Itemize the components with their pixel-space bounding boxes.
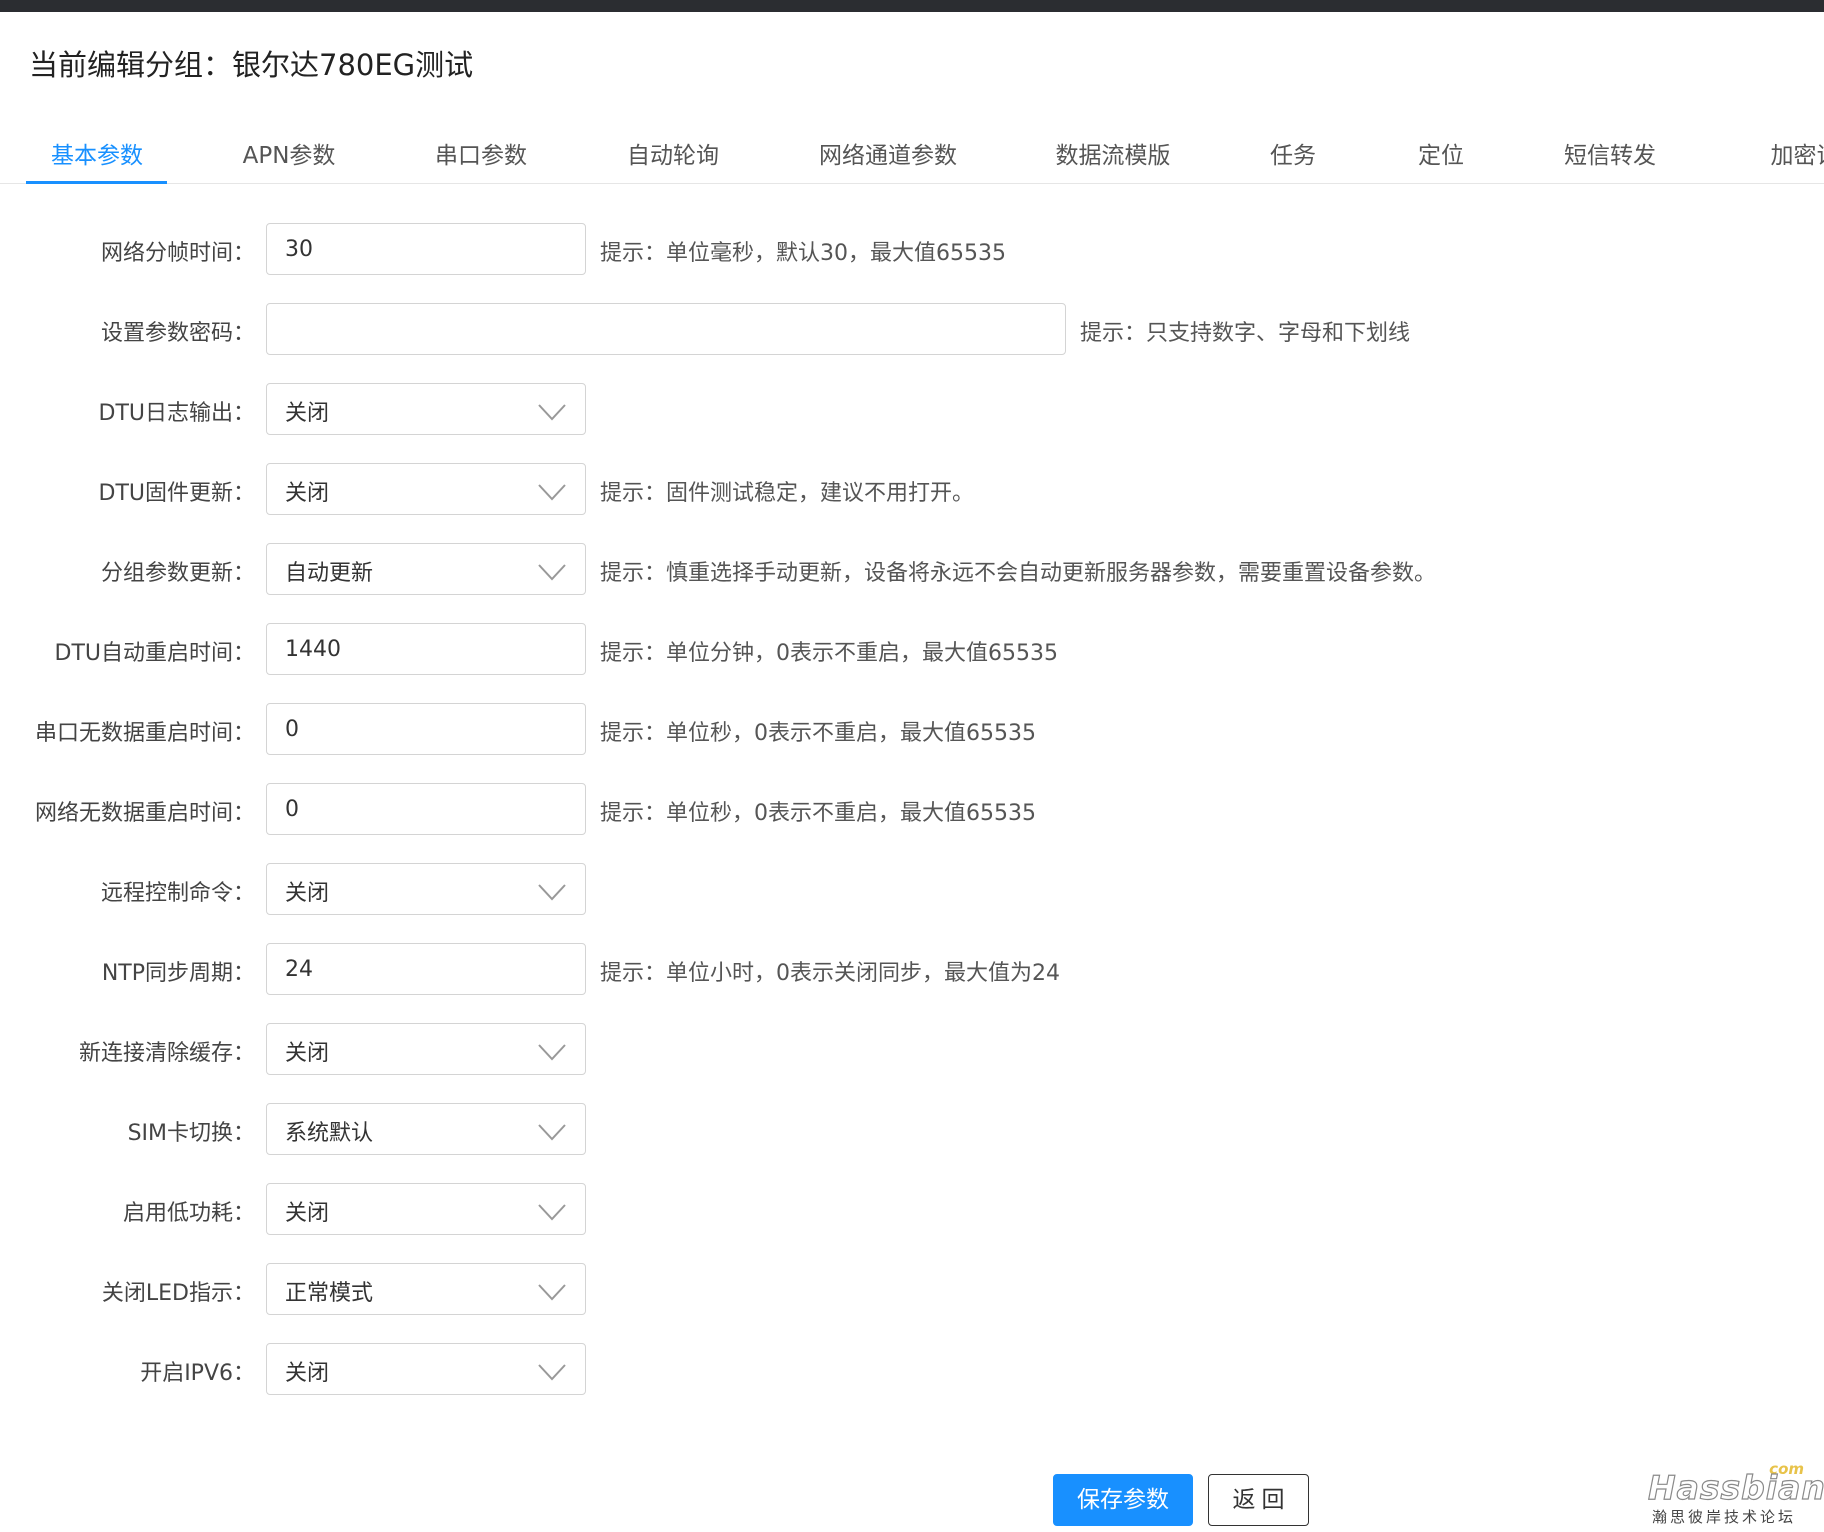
row-param-password: 设置参数密码： 提示：只支持数字、字母和下划线 xyxy=(0,303,1824,355)
row-net-frame-time: 网络分帧时间： 提示：单位毫秒，默认30，最大值65535 xyxy=(0,223,1824,275)
led-off-select[interactable]: 正常模式 xyxy=(266,1263,586,1315)
dtu-auto-restart-hint: 提示：单位分钟，0表示不重启，最大值65535 xyxy=(600,641,1058,666)
row-clear-cache: 新连接清除缓存： 关闭 xyxy=(0,1023,1824,1075)
remote-control-select[interactable]: 关闭 xyxy=(266,863,586,915)
ipv6-select[interactable]: 关闭 xyxy=(266,1343,586,1395)
sim-switch-select[interactable]: 系统默认 xyxy=(266,1103,586,1155)
ipv6-label: 开启IPV6： xyxy=(140,1361,255,1386)
ntp-sync-label: NTP同步周期： xyxy=(101,961,255,986)
row-dtu-firmware-update: DTU固件更新： 关闭 提示：固件测试稳定，建议不用打开。 xyxy=(0,463,1824,515)
param-password-label: 设置参数密码： xyxy=(100,321,255,346)
sim-switch-label: SIM卡切换： xyxy=(127,1121,255,1146)
tab-network-channel-params[interactable]: 网络通道参数 xyxy=(819,136,957,170)
low-power-value: 关闭 xyxy=(285,1201,330,1226)
tab-sms-forward[interactable]: 短信转发 xyxy=(1564,136,1656,170)
dtu-firmware-update-value: 关闭 xyxy=(285,481,330,506)
tab-bar: 基本参数 APN参数 串口参数 自动轮询 网络通道参数 数据流模版 任务 定位 … xyxy=(0,126,1824,184)
watermark-subtitle: 瀚思彼岸技术论坛 xyxy=(1652,1508,1797,1526)
page-title: 当前编辑分组：银尔达780EG测试 xyxy=(29,48,474,82)
ipv6-value: 关闭 xyxy=(285,1361,330,1386)
net-no-data-restart-hint: 提示：单位秒，0表示不重启，最大值65535 xyxy=(600,801,1036,826)
net-frame-time-hint: 提示：单位毫秒，默认30，最大值65535 xyxy=(600,241,1006,266)
tab-encryption-cert[interactable]: 加密证 xyxy=(1771,136,1824,170)
dtu-auto-restart-label: DTU自动重启时间： xyxy=(54,641,255,666)
group-param-update-value: 自动更新 xyxy=(285,561,374,586)
row-dtu-auto-restart: DTU自动重启时间： 提示：单位分钟，0表示不重启，最大值65535 xyxy=(0,623,1824,675)
row-group-param-update: 分组参数更新： 自动更新 提示：慎重选择手动更新，设备将永远不会自动更新服务器参… xyxy=(0,543,1824,595)
net-frame-time-label: 网络分帧时间： xyxy=(100,241,255,266)
low-power-select[interactable]: 关闭 xyxy=(266,1183,586,1235)
low-power-label: 启用低功耗： xyxy=(122,1201,255,1226)
chevron-down-icon xyxy=(538,484,566,501)
watermark-logo: com Hassbian 瀚思彼岸技术论坛 xyxy=(1647,1460,1824,1526)
group-param-update-select[interactable]: 自动更新 xyxy=(266,543,586,595)
dtu-firmware-update-select[interactable]: 关闭 xyxy=(266,463,586,515)
ntp-sync-input[interactable] xyxy=(266,943,586,995)
chevron-down-icon xyxy=(538,1284,566,1301)
tab-serial-params[interactable]: 串口参数 xyxy=(435,136,527,170)
dtu-firmware-update-hint: 提示：固件测试稳定，建议不用打开。 xyxy=(600,481,975,506)
save-params-button[interactable]: 保存参数 xyxy=(1053,1474,1193,1526)
led-off-value: 正常模式 xyxy=(285,1281,374,1306)
serial-no-data-restart-hint: 提示：单位秒，0表示不重启，最大值65535 xyxy=(600,721,1036,746)
row-remote-control: 远程控制命令： 关闭 xyxy=(0,863,1824,915)
row-ipv6: 开启IPV6： 关闭 xyxy=(0,1343,1824,1395)
active-tab-indicator xyxy=(26,181,167,184)
dtu-auto-restart-input[interactable] xyxy=(266,623,586,675)
serial-no-data-restart-input[interactable] xyxy=(266,703,586,755)
dtu-log-output-value: 关闭 xyxy=(285,401,330,426)
clear-cache-value: 关闭 xyxy=(285,1041,330,1066)
net-frame-time-input[interactable] xyxy=(266,223,586,275)
chevron-down-icon xyxy=(538,1364,566,1381)
chevron-down-icon xyxy=(538,1044,566,1061)
led-off-label: 关闭LED指示： xyxy=(101,1281,255,1306)
tab-tasks[interactable]: 任务 xyxy=(1270,136,1316,170)
row-ntp-sync: NTP同步周期： 提示：单位小时，0表示关闭同步，最大值为24 xyxy=(0,943,1824,995)
top-bar xyxy=(0,0,1824,12)
net-no-data-restart-input[interactable] xyxy=(266,783,586,835)
tab-apn-params[interactable]: APN参数 xyxy=(243,136,336,170)
row-sim-switch: SIM卡切换： 系统默认 xyxy=(0,1103,1824,1155)
dtu-log-output-select[interactable]: 关闭 xyxy=(266,383,586,435)
row-low-power: 启用低功耗： 关闭 xyxy=(0,1183,1824,1235)
back-button[interactable]: 返回 xyxy=(1208,1474,1309,1526)
row-dtu-log-output: DTU日志输出： 关闭 xyxy=(0,383,1824,435)
dtu-log-output-label: DTU日志输出： xyxy=(98,401,255,426)
chevron-down-icon xyxy=(538,404,566,421)
chevron-down-icon xyxy=(538,1124,566,1141)
chevron-down-icon xyxy=(538,564,566,581)
row-serial-no-data-restart: 串口无数据重启时间： 提示：单位秒，0表示不重启，最大值65535 xyxy=(0,703,1824,755)
tab-basic-params[interactable]: 基本参数 xyxy=(51,136,143,170)
watermark-brand: Hassbian xyxy=(1647,1467,1824,1507)
ntp-sync-hint: 提示：单位小时，0表示关闭同步，最大值为24 xyxy=(600,961,1060,986)
remote-control-value: 关闭 xyxy=(285,881,330,906)
param-password-input[interactable] xyxy=(266,303,1066,355)
param-password-hint: 提示：只支持数字、字母和下划线 xyxy=(1080,321,1411,346)
row-net-no-data-restart: 网络无数据重启时间： 提示：单位秒，0表示不重启，最大值65535 xyxy=(0,783,1824,835)
net-no-data-restart-label: 网络无数据重启时间： xyxy=(34,801,255,826)
tab-location[interactable]: 定位 xyxy=(1418,136,1464,170)
row-led-off: 关闭LED指示： 正常模式 xyxy=(0,1263,1824,1315)
tab-auto-polling[interactable]: 自动轮询 xyxy=(627,136,719,170)
clear-cache-label: 新连接清除缓存： xyxy=(78,1041,255,1066)
sim-switch-value: 系统默认 xyxy=(285,1121,374,1146)
dtu-firmware-update-label: DTU固件更新： xyxy=(98,481,255,506)
clear-cache-select[interactable]: 关闭 xyxy=(266,1023,586,1075)
chevron-down-icon xyxy=(538,1204,566,1221)
remote-control-label: 远程控制命令： xyxy=(100,881,255,906)
chevron-down-icon xyxy=(538,884,566,901)
group-param-update-hint: 提示：慎重选择手动更新，设备将永远不会自动更新服务器参数，需要重置设备参数。 xyxy=(600,561,1437,586)
group-param-update-label: 分组参数更新： xyxy=(100,561,255,586)
serial-no-data-restart-label: 串口无数据重启时间： xyxy=(34,721,255,746)
tab-data-stream-template[interactable]: 数据流模版 xyxy=(1056,136,1171,170)
